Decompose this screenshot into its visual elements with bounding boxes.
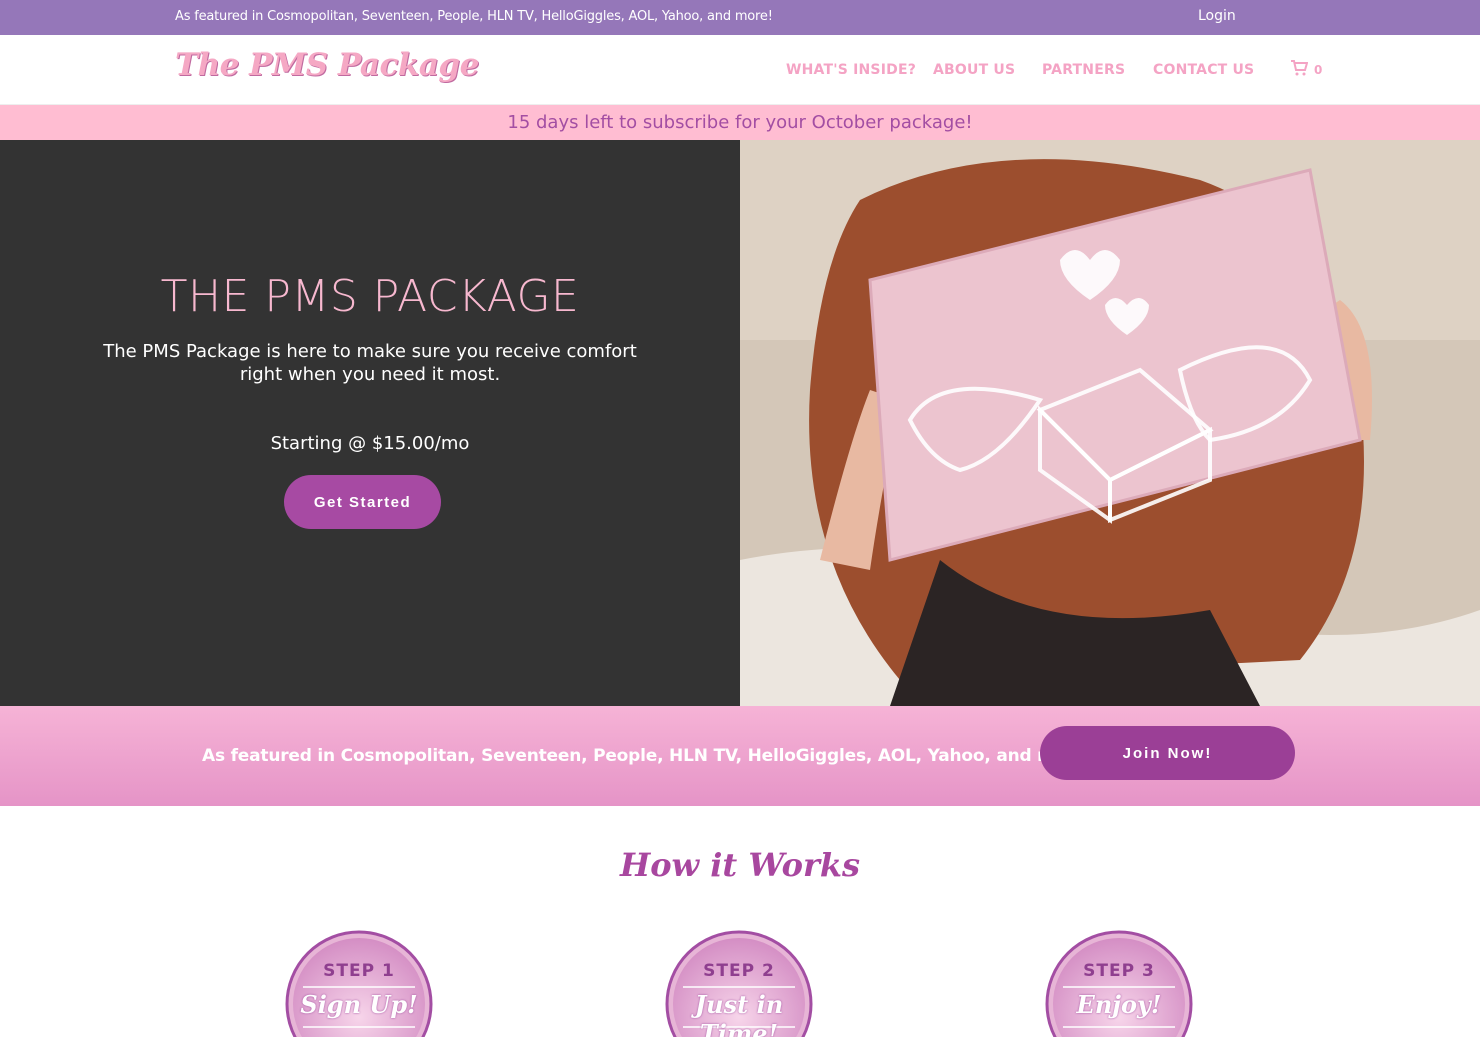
cart-count: 0 — [1314, 63, 1323, 77]
featured-text: As featured in Cosmopolitan, Seventeen, … — [202, 746, 1094, 766]
step-label: Sign Up! — [300, 990, 418, 1019]
site-header: The PMS Package WHAT'S INSIDE? ABOUT US … — [0, 35, 1480, 105]
step-number: STEP 1 — [323, 961, 395, 981]
how-it-works-title: How it Works — [619, 846, 861, 884]
hero-photo — [740, 140, 1480, 706]
hero-title: THE PMS PACKAGE — [160, 271, 580, 322]
site-logo[interactable]: The PMS Package — [175, 47, 479, 83]
nav-contact-us[interactable]: CONTACT US — [1153, 62, 1254, 78]
hero-price: Starting @ $15.00/mo — [270, 433, 470, 454]
hero-subtitle: The PMS Package is here to make sure you… — [103, 341, 637, 385]
top-featured-text: As featured in Cosmopolitan, Seventeen, … — [175, 9, 773, 24]
cart-button[interactable]: 0 — [1290, 60, 1322, 80]
countdown-banner: 15 days left to subscribe for your Octob… — [0, 105, 1480, 140]
nav-whats-inside[interactable]: WHAT'S INSIDE? — [786, 62, 916, 78]
login-link[interactable]: Login — [1198, 8, 1236, 24]
badge-seal-icon — [285, 930, 433, 1037]
step-badge: STEP 2 Just in Time! — [665, 930, 813, 1037]
step-label: Just in Time! — [694, 990, 784, 1037]
nav-about-us[interactable]: ABOUT US — [933, 62, 1015, 78]
join-now-button[interactable]: Join Now! — [1040, 726, 1295, 780]
featured-band: As featured in Cosmopolitan, Seventeen, … — [0, 706, 1480, 806]
step-label: Enjoy! — [1076, 990, 1162, 1019]
badge-seal-icon — [1045, 930, 1193, 1037]
get-started-button[interactable]: Get Started — [284, 475, 441, 529]
step-number: STEP 2 — [703, 961, 775, 981]
step-badge: STEP 1 Sign Up! — [285, 930, 433, 1037]
hero-panel: THE PMS PACKAGE The PMS Package is here … — [0, 140, 740, 706]
step-badge: STEP 3 Enjoy! — [1045, 930, 1193, 1037]
shopping-cart-icon — [1290, 60, 1309, 80]
hero-photo-illustration — [740, 140, 1480, 706]
nav-partners[interactable]: PARTNERS — [1042, 62, 1125, 78]
top-announcement-bar: As featured in Cosmopolitan, Seventeen, … — [0, 0, 1480, 35]
step-number: STEP 3 — [1083, 961, 1155, 981]
